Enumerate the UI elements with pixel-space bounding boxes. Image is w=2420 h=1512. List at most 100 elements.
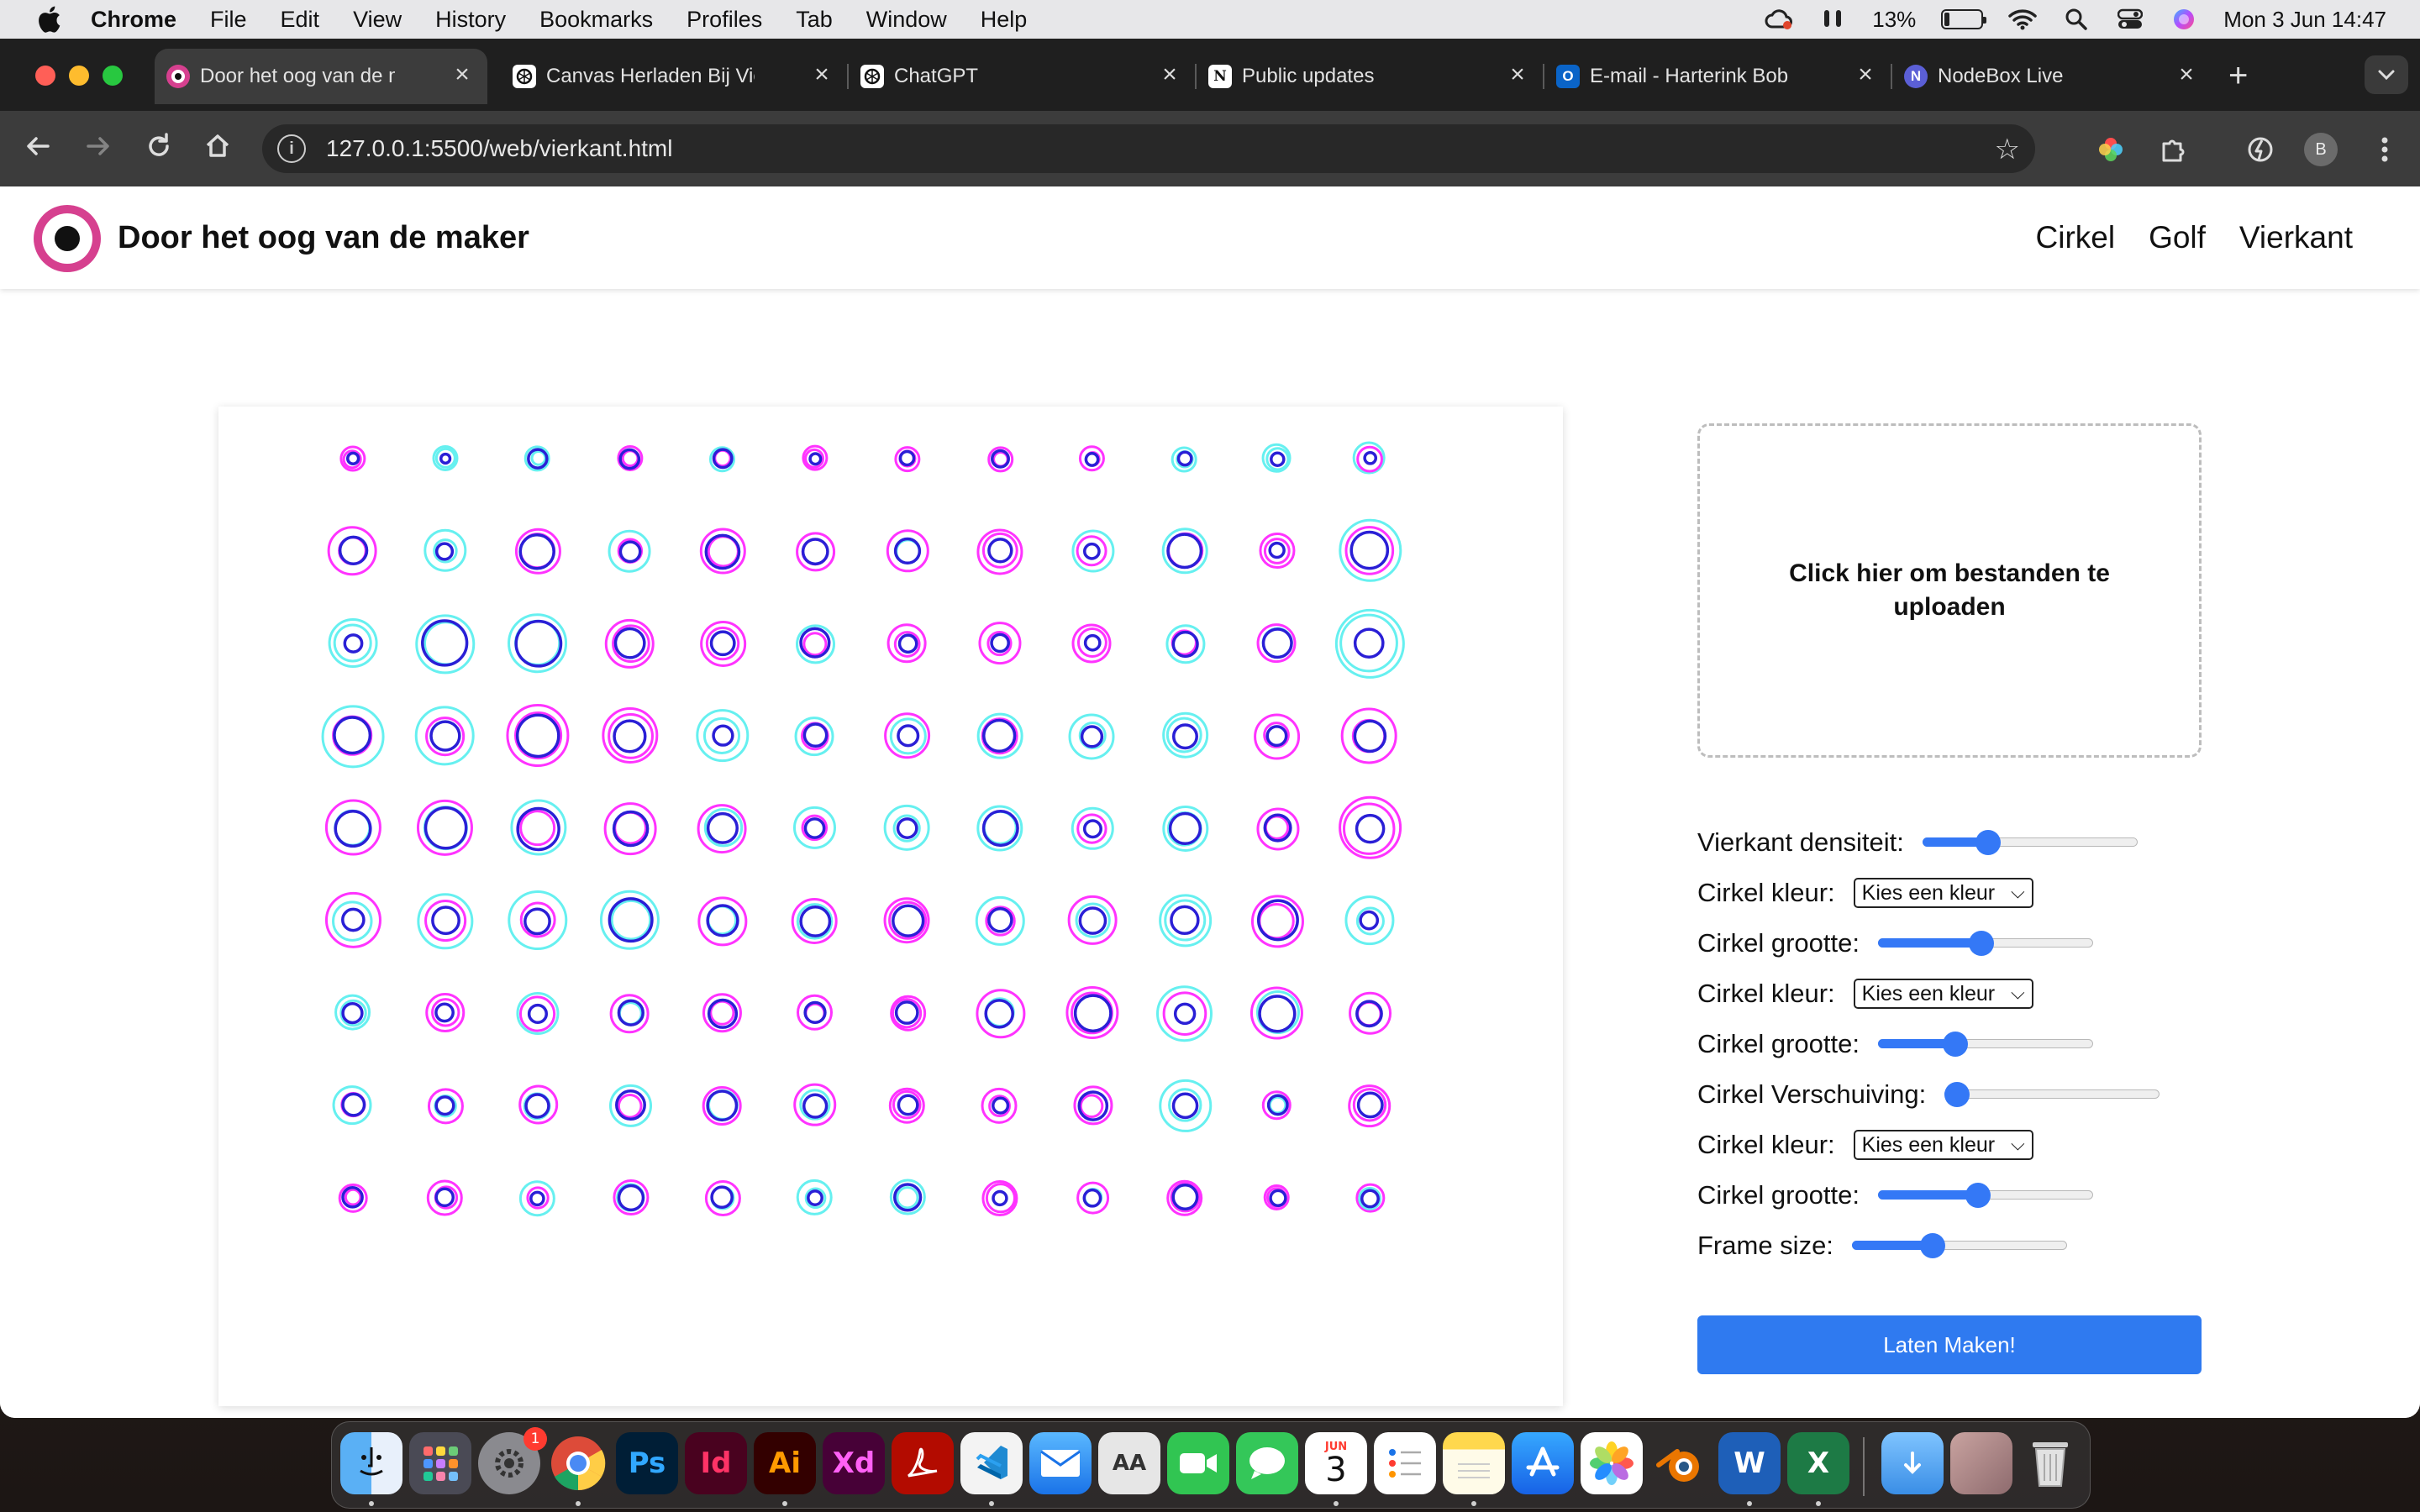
notes-icon[interactable]: [1443, 1432, 1505, 1494]
density-slider[interactable]: [1922, 822, 2138, 864]
site-info-icon[interactable]: i: [277, 134, 306, 163]
frame-size-slider[interactable]: [1851, 1225, 2067, 1267]
mail-icon[interactable]: [1029, 1432, 1092, 1494]
facetime-icon[interactable]: [1167, 1432, 1229, 1494]
tab-public-updates[interactable]: N Public updates ×: [1197, 49, 1543, 104]
chrome-icon[interactable]: [547, 1432, 609, 1494]
tab-nodebox-live[interactable]: N NodeBox Live ×: [1892, 49, 2212, 104]
control-label: Cirkel kleur:: [1697, 878, 1835, 907]
circle-color-select-1[interactable]: Kies een kleur ⌵: [1853, 878, 2033, 908]
profile-avatar[interactable]: B: [2304, 133, 2338, 166]
circle-color-select-3[interactable]: Kies een kleur ⌵: [1853, 1130, 2033, 1160]
make-button[interactable]: Laten Maken!: [1697, 1315, 2202, 1374]
tab-search-button[interactable]: [2365, 55, 2408, 94]
minimize-window-button[interactable]: [69, 66, 89, 86]
slider-thumb[interactable]: [1965, 1183, 1991, 1208]
concentric-circle-grid: [321, 441, 1405, 1217]
menu-bookmarks[interactable]: Bookmarks: [539, 7, 653, 33]
nav-link-golf[interactable]: Golf: [2149, 220, 2206, 255]
photoshop-icon[interactable]: Ps: [616, 1432, 678, 1494]
photos-icon[interactable]: [1581, 1432, 1643, 1494]
home-button[interactable]: [200, 131, 235, 166]
menu-profiles[interactable]: Profiles: [687, 7, 762, 33]
messages-icon[interactable]: [1236, 1432, 1298, 1494]
tab-email[interactable]: O E-mail - Harterink Bob ×: [1544, 49, 1891, 104]
control-center-icon[interactable]: [2116, 7, 2144, 32]
menu-file[interactable]: File: [210, 7, 247, 33]
circle-size-slider-3[interactable]: [1877, 1174, 2093, 1216]
forward-button[interactable]: [81, 131, 116, 166]
excel-icon[interactable]: X: [1787, 1432, 1849, 1494]
close-tab-icon[interactable]: ×: [2173, 62, 2200, 89]
tab-canvas-herladen[interactable]: Canvas Herladen Bij Vierkant ×: [501, 49, 847, 104]
xd-icon[interactable]: Xd: [823, 1432, 885, 1494]
image-stack-icon[interactable]: [1950, 1432, 2012, 1494]
close-tab-icon[interactable]: ×: [808, 62, 835, 89]
artwork-canvas[interactable]: [218, 407, 1563, 1406]
tab-chatgpt[interactable]: ChatGPT ×: [849, 49, 1195, 104]
font-book-icon[interactable]: AA: [1098, 1432, 1160, 1494]
acrobat-icon[interactable]: [892, 1432, 954, 1494]
menu-chrome[interactable]: Chrome: [91, 7, 176, 33]
nav-link-vierkant[interactable]: Vierkant: [2239, 220, 2353, 255]
tab-door-het-oog[interactable]: Door het oog van de maker ×: [155, 49, 487, 104]
menu-help[interactable]: Help: [981, 7, 1028, 33]
close-tab-icon[interactable]: ×: [1156, 62, 1183, 89]
circle-offset-slider[interactable]: [1944, 1074, 2160, 1116]
circle-size-slider-1[interactable]: [1877, 922, 2093, 964]
spotlight-search-icon[interactable]: [2062, 7, 2091, 32]
close-tab-icon[interactable]: ×: [1852, 62, 1879, 89]
menu-clock[interactable]: Mon 3 Jun 14:47: [2223, 7, 2386, 33]
menu-window[interactable]: Window: [866, 7, 947, 33]
illustrator-icon[interactable]: Ai: [754, 1432, 816, 1494]
slider-thumb[interactable]: [1969, 931, 1995, 956]
vscode-icon[interactable]: [960, 1432, 1023, 1494]
close-tab-icon[interactable]: ×: [1504, 62, 1531, 89]
ring: [799, 905, 832, 937]
bookmark-star-icon[interactable]: ☆: [1995, 133, 2020, 166]
file-upload-dropzone[interactable]: Click hier om bestanden te uploaden: [1697, 423, 2202, 758]
slider-thumb[interactable]: [1975, 830, 2002, 855]
menu-tab[interactable]: Tab: [796, 7, 833, 33]
finder-icon[interactable]: [340, 1432, 402, 1494]
slider-thumb[interactable]: [1942, 1032, 1968, 1057]
menu-history[interactable]: History: [435, 7, 506, 33]
creative-cloud-icon[interactable]: [1765, 7, 1793, 32]
slider-thumb[interactable]: [1920, 1233, 1946, 1258]
calendar-icon[interactable]: JUN 3: [1305, 1432, 1367, 1494]
reminders-icon[interactable]: [1374, 1432, 1436, 1494]
performance-icon[interactable]: [2244, 133, 2277, 166]
word-icon[interactable]: W: [1718, 1432, 1781, 1494]
chrome-menu-icon[interactable]: [2368, 133, 2402, 166]
color-extension-icon[interactable]: [2094, 133, 2128, 166]
site-title[interactable]: Door het oog van de maker: [118, 220, 529, 256]
close-window-button[interactable]: [35, 66, 55, 86]
back-button[interactable]: [20, 131, 55, 166]
circle-color-select-2[interactable]: Kies een kleur ⌵: [1853, 979, 2033, 1009]
circle-size-slider-2[interactable]: [1877, 1023, 2093, 1065]
launchpad-icon[interactable]: [409, 1432, 471, 1494]
trash-icon[interactable]: [2019, 1432, 2081, 1494]
extensions-puzzle-icon[interactable]: [2156, 133, 2190, 166]
downloads-folder-icon[interactable]: [1881, 1432, 1944, 1494]
nav-link-cirkel[interactable]: Cirkel: [2036, 220, 2116, 255]
app-store-icon[interactable]: [1512, 1432, 1574, 1494]
airpods-icon[interactable]: [1818, 7, 1847, 32]
battery-icon[interactable]: [1941, 9, 1987, 29]
reload-button[interactable]: [141, 131, 176, 166]
siri-icon[interactable]: [2170, 7, 2198, 32]
site-logo[interactable]: [34, 205, 101, 272]
address-bar[interactable]: i 127.0.0.1:5500/web/vierkant.html ☆: [262, 124, 2035, 173]
menu-view[interactable]: View: [353, 7, 402, 33]
zoom-window-button[interactable]: [103, 66, 123, 86]
apple-icon[interactable]: [32, 3, 66, 36]
close-tab-icon[interactable]: ×: [449, 62, 476, 89]
blender-icon[interactable]: [1649, 1432, 1712, 1494]
ring: [1170, 1182, 1201, 1213]
system-settings-icon[interactable]: 1: [478, 1427, 547, 1494]
new-tab-button[interactable]: +: [2228, 59, 2248, 92]
menu-edit[interactable]: Edit: [281, 7, 320, 33]
slider-thumb[interactable]: [1944, 1082, 1970, 1107]
wifi-icon[interactable]: [2008, 7, 2038, 32]
indesign-icon[interactable]: Id: [685, 1432, 747, 1494]
